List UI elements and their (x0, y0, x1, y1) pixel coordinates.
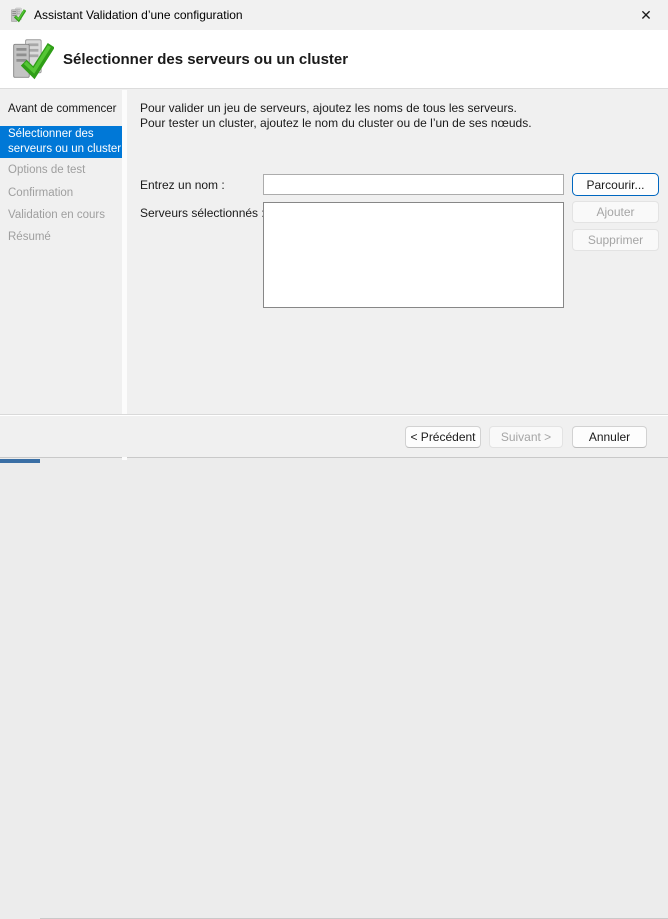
server-name-input[interactable] (263, 174, 564, 195)
selected-servers-label: Serveurs sélectionnés : (140, 206, 265, 220)
instruction-line-1: Pour valider un jeu de serveurs, ajoutez… (140, 101, 532, 116)
bottom-divider-gap (122, 457, 127, 460)
sidebar-item-resume: Résumé (8, 230, 120, 245)
sidebar-divider (122, 90, 127, 457)
instruction-line-2: Pour tester un cluster, ajoutez le nom d… (140, 116, 532, 131)
browse-button[interactable]: Parcourir... (572, 173, 659, 196)
titlebar: Assistant Validation d’une configuration… (0, 0, 668, 30)
close-button[interactable]: ✕ (624, 0, 668, 30)
window-title: Assistant Validation d’une configuration (34, 0, 243, 30)
sidebar-item-label: Sélectionner des serveurs ou un cluster (8, 128, 121, 155)
sidebar-item-validation-en-cours: Validation en cours (8, 208, 120, 223)
sidebar-item-confirmation: Confirmation (8, 186, 120, 201)
app-servers-check-icon (10, 7, 26, 23)
servers-green-check-icon (10, 38, 54, 80)
next-button[interactable]: Suivant > (489, 426, 563, 448)
footer: < Précédent Suivant > Annuler (0, 414, 668, 457)
close-icon: ✕ (640, 7, 652, 23)
bottom-edge-strip (0, 457, 668, 463)
cancel-button[interactable]: Annuler (572, 426, 647, 448)
selected-servers-listbox[interactable] (263, 202, 564, 308)
instructions: Pour valider un jeu de serveurs, ajoutez… (140, 101, 532, 131)
page-title: Sélectionner des serveurs ou un cluster (63, 51, 348, 68)
wizard-header: Sélectionner des serveurs ou un cluster (0, 30, 668, 89)
background-blue-fragment (0, 459, 40, 463)
name-label: Entrez un nom : (140, 178, 225, 192)
wizard-window: Assistant Validation d’une configuration… (0, 0, 668, 457)
remove-button[interactable]: Supprimer (572, 229, 659, 251)
sidebar-item-selectionner-serveurs: Sélectionner des serveurs ou un cluster (0, 126, 122, 158)
wizard-body: Avant de commencer Sélectionner des serv… (0, 90, 668, 414)
add-button[interactable]: Ajouter (572, 201, 659, 223)
sidebar-item-avant-de-commencer: Avant de commencer (8, 102, 120, 117)
sidebar-item-options-de-test: Options de test (8, 163, 120, 178)
back-button[interactable]: < Précédent (405, 426, 481, 448)
